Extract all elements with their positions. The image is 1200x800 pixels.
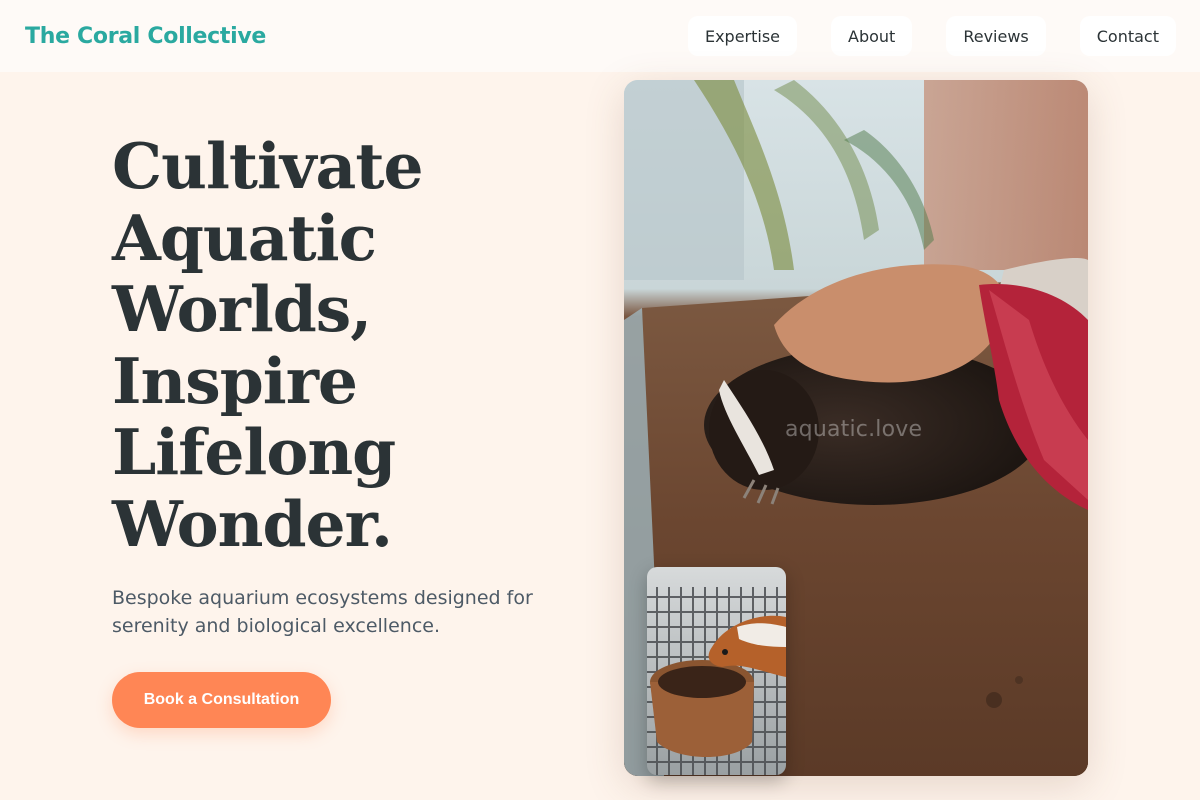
main-nav: Expertise About Reviews Contact — [687, 16, 1176, 56]
brand-logo[interactable]: The Coral Collective — [25, 24, 266, 49]
hero-title-line: Wonder. — [112, 486, 393, 561]
nav-item-contact[interactable]: Contact — [1079, 16, 1176, 56]
nav-item-expertise[interactable]: Expertise — [687, 16, 798, 56]
inset-photo-guinea-pig — [647, 567, 786, 775]
hero-title-line: Lifelong — [112, 415, 396, 489]
hero-title-line: Inspire — [112, 343, 358, 418]
photo-watermark: aquatic.love — [785, 417, 923, 442]
inset-photo-illustration — [647, 567, 786, 775]
nav-item-about[interactable]: About — [831, 16, 913, 56]
site-header: The Coral Collective Expertise About Rev… — [0, 0, 1200, 72]
hero-title-line: Aquatic — [112, 200, 377, 275]
book-consultation-button[interactable]: Book a Consultation — [112, 672, 331, 728]
hero-title: Cultivate Aquatic Worlds, Inspire Lifelo… — [112, 129, 572, 561]
hero-title-line: Worlds, — [112, 272, 372, 346]
hero-subtitle: Bespoke aquarium ecosystems designed for… — [112, 587, 533, 637]
nav-item-reviews[interactable]: Reviews — [946, 16, 1046, 56]
hero-title-line: Cultivate — [112, 129, 424, 203]
